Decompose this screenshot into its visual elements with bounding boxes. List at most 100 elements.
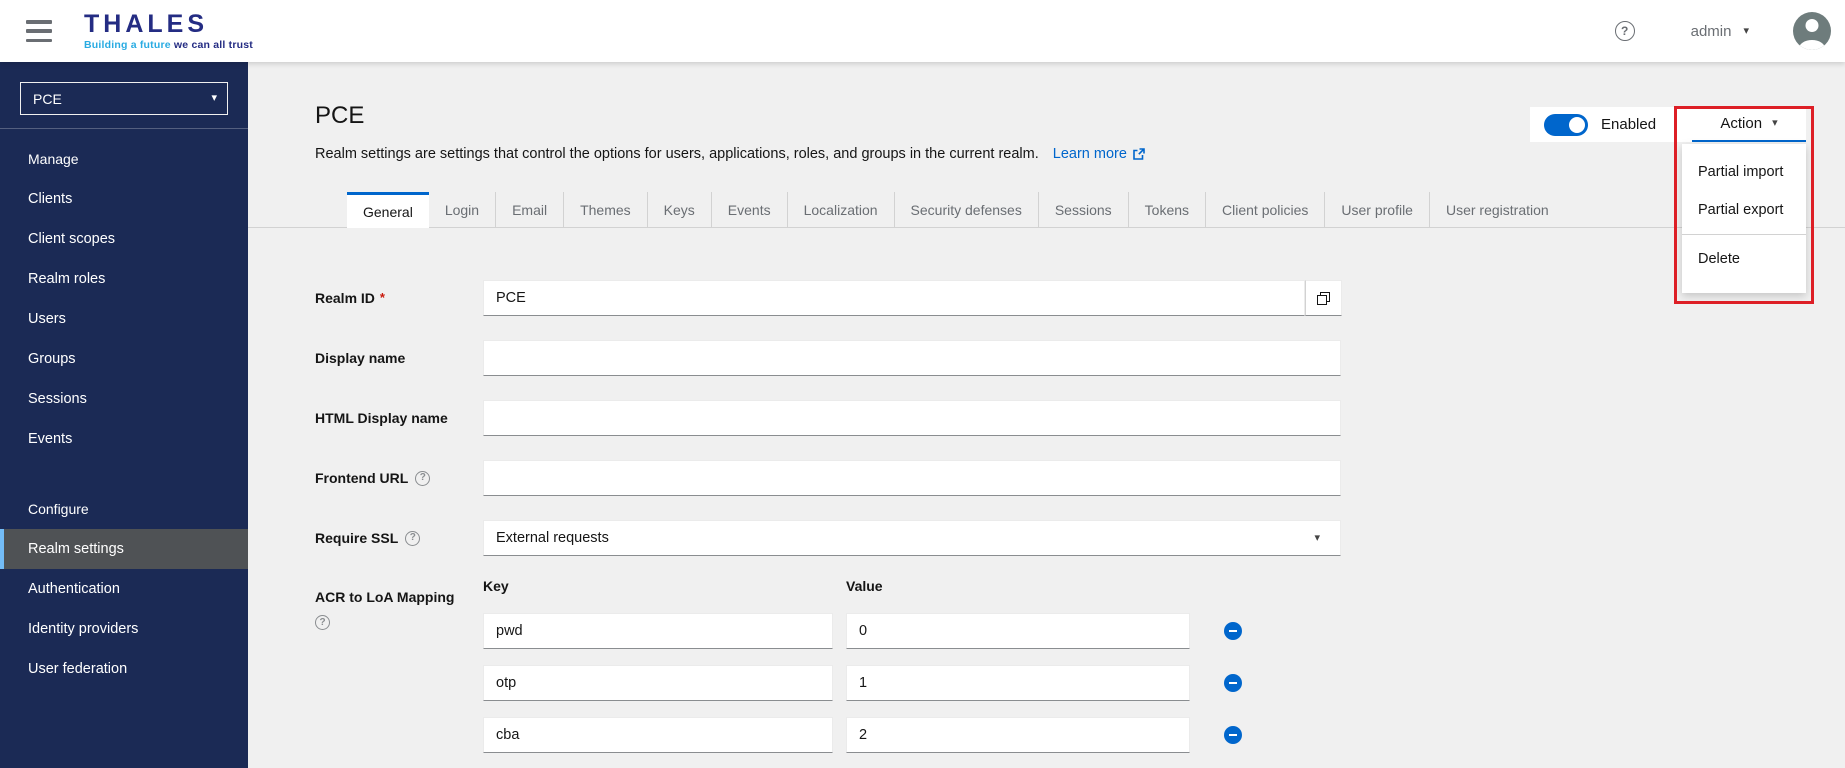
minus-circle-icon[interactable] <box>1224 726 1242 744</box>
topbar: THALES Building a future we can all trus… <box>0 0 1845 62</box>
menu-item-partial-export[interactable]: Partial export <box>1682 191 1806 229</box>
acr-key-input[interactable] <box>483 613 833 649</box>
page-description: Realm settings are settings that control… <box>315 146 1145 162</box>
require-ssl-value: External requests <box>496 530 609 546</box>
acr-key-input[interactable] <box>483 665 833 701</box>
sidebar-item-groups[interactable]: Groups <box>0 339 248 379</box>
acr-value-input[interactable] <box>846 717 1190 753</box>
help-icon[interactable]: ? <box>1614 21 1635 41</box>
tab-general[interactable]: General <box>347 192 429 228</box>
tab-localization[interactable]: Localization <box>788 192 895 228</box>
user-menu-button[interactable]: admin ▾ <box>1691 23 1749 40</box>
tab-email[interactable]: Email <box>496 192 565 228</box>
frontend-url-row: Frontend URL ? <box>248 460 1845 496</box>
topbar-right: ? admin ▾ <box>1614 12 1831 50</box>
acr-key-input[interactable] <box>483 717 833 753</box>
display-name-row: Display name <box>248 340 1845 376</box>
html-display-name-input[interactable] <box>483 400 1341 436</box>
copy-button[interactable] <box>1305 280 1342 316</box>
require-ssl-label-text: Require SSL <box>315 530 399 546</box>
sidebar-item-user-federation[interactable]: User federation <box>0 649 248 689</box>
action-label: Action <box>1720 115 1763 132</box>
thales-logo-text: THALES <box>84 9 208 38</box>
page-title: PCE <box>315 102 365 129</box>
tab-user-profile[interactable]: User profile <box>1325 192 1430 228</box>
require-ssl-label: Require SSL ? <box>315 520 480 556</box>
sidebar-item-client-scopes[interactable]: Client scopes <box>0 219 248 259</box>
chevron-down-icon: ▾ <box>1772 117 1778 129</box>
realm-id-row: Realm ID * <box>248 280 1845 316</box>
copy-icon <box>1317 291 1330 305</box>
sidebar-item-authentication[interactable]: Authentication <box>0 569 248 609</box>
tab-themes[interactable]: Themes <box>564 192 648 228</box>
tab-login[interactable]: Login <box>429 192 497 228</box>
question-circle-icon[interactable]: ? <box>415 470 431 486</box>
page-description-text: Realm settings are settings that control… <box>315 146 1039 162</box>
main-content: PCE Realm settings are settings that con… <box>248 62 1845 768</box>
require-ssl-select[interactable]: External requests ▾ <box>483 520 1341 556</box>
tab-keys[interactable]: Keys <box>648 192 712 228</box>
acr-row <box>248 613 1845 649</box>
sidebar-section-configure: Configure <box>28 501 89 517</box>
action-dropdown-button[interactable]: Action ▾ <box>1692 107 1806 142</box>
enabled-toggle[interactable] <box>1544 113 1588 136</box>
sidebar-item-sessions[interactable]: Sessions <box>0 379 248 419</box>
realm-id-input[interactable] <box>483 280 1305 316</box>
acr-row <box>248 717 1845 753</box>
require-ssl-row: Require SSL ? External requests ▾ <box>248 520 1845 556</box>
sidebar-item-clients[interactable]: Clients <box>0 179 248 219</box>
minus-circle-icon[interactable] <box>1224 674 1242 692</box>
acr-value-input[interactable] <box>846 613 1190 649</box>
frontend-url-input[interactable] <box>483 460 1341 496</box>
avatar[interactable] <box>1793 12 1831 50</box>
acr-mapping-label-text: ACR to LoA Mapping <box>315 589 455 605</box>
display-name-input[interactable] <box>483 340 1341 376</box>
hamburger-menu-icon[interactable] <box>26 20 56 42</box>
frontend-url-label-text: Frontend URL <box>315 470 409 486</box>
question-circle-icon[interactable]: ? <box>405 530 421 546</box>
realm-id-label-text: Realm ID <box>315 290 375 306</box>
menu-divider <box>1682 234 1806 235</box>
sidebar-section-manage: Manage <box>28 151 79 167</box>
acr-key-header: Key <box>483 578 509 594</box>
chevron-down-icon: ▾ <box>1314 531 1320 544</box>
thales-logo: THALES Building a future we can all trus… <box>84 9 253 51</box>
sidebar-item-realm-roles[interactable]: Realm roles <box>0 259 248 299</box>
sidebar-item-identity-providers[interactable]: Identity providers <box>0 609 248 649</box>
acr-row <box>248 665 1845 701</box>
display-name-label: Display name <box>315 350 406 366</box>
toggle-knob <box>1569 116 1585 133</box>
tab-sessions[interactable]: Sessions <box>1039 192 1129 228</box>
tagline-rest: we can all trust <box>170 38 253 51</box>
chevron-down-icon: ▾ <box>211 92 217 104</box>
app-window: THALES Building a future we can all trus… <box>0 0 1845 768</box>
realm-actions-strip: Enabled Action ▾ <box>1530 107 1806 142</box>
tagline-highlight: Building a future <box>84 38 171 51</box>
realm-selector-value: PCE <box>33 90 62 107</box>
tab-user-registration[interactable]: User registration <box>1430 192 1565 228</box>
sidebar-item-realm-settings[interactable]: Realm settings <box>0 529 248 569</box>
required-asterisk: * <box>379 290 385 305</box>
tab-events[interactable]: Events <box>712 192 788 228</box>
enabled-label: Enabled <box>1601 116 1657 133</box>
acr-value-header: Value <box>846 578 883 594</box>
menu-item-delete[interactable]: Delete <box>1682 240 1806 278</box>
tab-security-defenses[interactable]: Security defenses <box>895 192 1039 228</box>
learn-more-link[interactable]: Learn more <box>1053 146 1145 162</box>
tab-bar: General Login Email Themes Keys Events L… <box>347 192 1565 228</box>
realm-selector[interactable]: PCE ▾ <box>20 82 228 115</box>
acr-value-input[interactable] <box>846 665 1190 701</box>
minus-circle-icon[interactable] <box>1224 622 1242 640</box>
realm-id-label: Realm ID * <box>315 280 480 316</box>
sidebar-item-users[interactable]: Users <box>0 299 248 339</box>
sidebar-item-events[interactable]: Events <box>0 419 248 459</box>
tab-tokens[interactable]: Tokens <box>1129 192 1207 228</box>
external-link-icon <box>1133 147 1145 160</box>
chevron-down-icon: ▾ <box>1743 24 1749 37</box>
username: admin <box>1690 22 1732 40</box>
tab-client-policies[interactable]: Client policies <box>1206 192 1326 228</box>
frontend-url-label: Frontend URL ? <box>315 460 480 496</box>
sidebar: PCE ▾ Manage Clients Client scopes Realm… <box>0 62 248 768</box>
menu-item-partial-import[interactable]: Partial import <box>1682 153 1806 191</box>
